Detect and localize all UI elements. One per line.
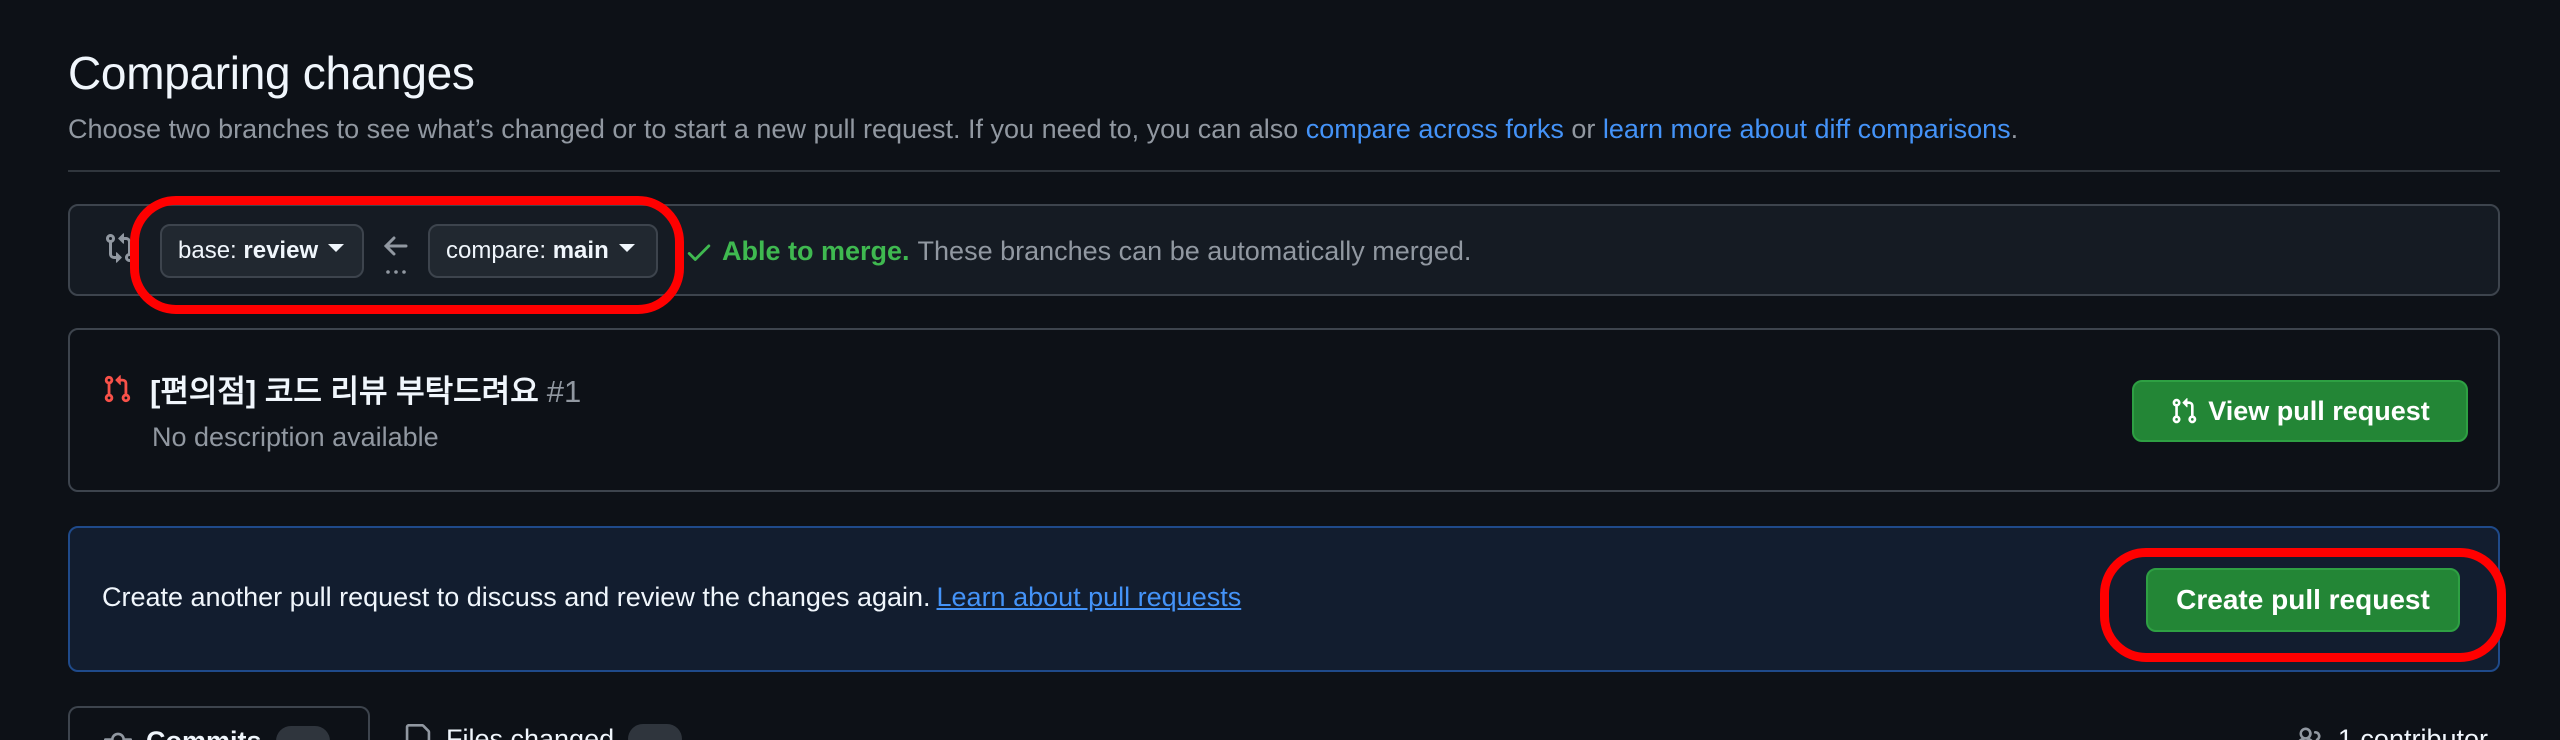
create-pr-text: Create another pull request to discuss a… bbox=[102, 582, 1241, 613]
check-icon bbox=[687, 244, 711, 261]
merge-detail-text: These branches can be automatically merg… bbox=[917, 236, 1472, 266]
merge-status: Able to merge. These branches can be aut… bbox=[684, 236, 1471, 267]
page-title: Comparing changes bbox=[68, 47, 475, 99]
pr-title[interactable]: [편의점] 코드 리뷰 부탁드려요 #1 bbox=[150, 366, 581, 411]
pr-description: No description available bbox=[152, 422, 439, 452]
highlight-ring-create-button bbox=[2100, 548, 2506, 662]
view-button-label: View pull request bbox=[2208, 395, 2430, 426]
compare-tabs: Commits Files changed 1 contributor bbox=[68, 706, 2500, 740]
tab-files-label: Files changed bbox=[446, 724, 615, 740]
file-diff-icon bbox=[405, 724, 431, 740]
subtitle-period: . bbox=[2010, 114, 2019, 144]
git-pull-request-icon bbox=[2172, 398, 2197, 424]
learn-pull-requests-link[interactable]: Learn about pull requests bbox=[937, 582, 1242, 612]
compare-forks-link[interactable]: compare across forks bbox=[1306, 114, 1564, 144]
contributors-label: 1 contributor bbox=[2337, 724, 2488, 740]
pr-number: #1 bbox=[546, 374, 582, 409]
merge-ok-text: Able to merge. bbox=[722, 236, 910, 266]
view-pull-request-button[interactable]: View pull request bbox=[2132, 380, 2468, 442]
page-subtitle: Choose two branches to see what’s change… bbox=[68, 114, 2018, 145]
create-pr-message: Create another pull request to discuss a… bbox=[102, 582, 931, 612]
subtitle-text: Choose two branches to see what’s change… bbox=[68, 114, 1299, 144]
subtitle-or: or bbox=[1571, 114, 1596, 144]
tab-commits[interactable]: Commits bbox=[68, 706, 370, 740]
tab-commits-label: Commits bbox=[146, 726, 262, 740]
git-pull-request-icon bbox=[104, 375, 131, 403]
files-counter bbox=[628, 724, 683, 740]
commits-counter bbox=[275, 726, 330, 740]
learn-diff-link[interactable]: learn more about diff comparisons bbox=[1603, 114, 2011, 144]
existing-pull-request: [편의점] 코드 리뷰 부탁드려요 #1 No description avail… bbox=[68, 328, 2500, 492]
pr-title-text: [편의점] 코드 리뷰 부탁드려요 bbox=[150, 374, 539, 409]
people-icon bbox=[2298, 727, 2321, 740]
tab-files-changed[interactable]: Files changed bbox=[404, 724, 683, 740]
contributors-link[interactable]: 1 contributor bbox=[2296, 724, 2488, 740]
commit-icon bbox=[104, 732, 132, 740]
header-divider bbox=[68, 170, 2500, 172]
compare-page: Comparing changes Choose two branches to… bbox=[0, 0, 2560, 740]
highlight-ring-branches bbox=[130, 196, 684, 314]
